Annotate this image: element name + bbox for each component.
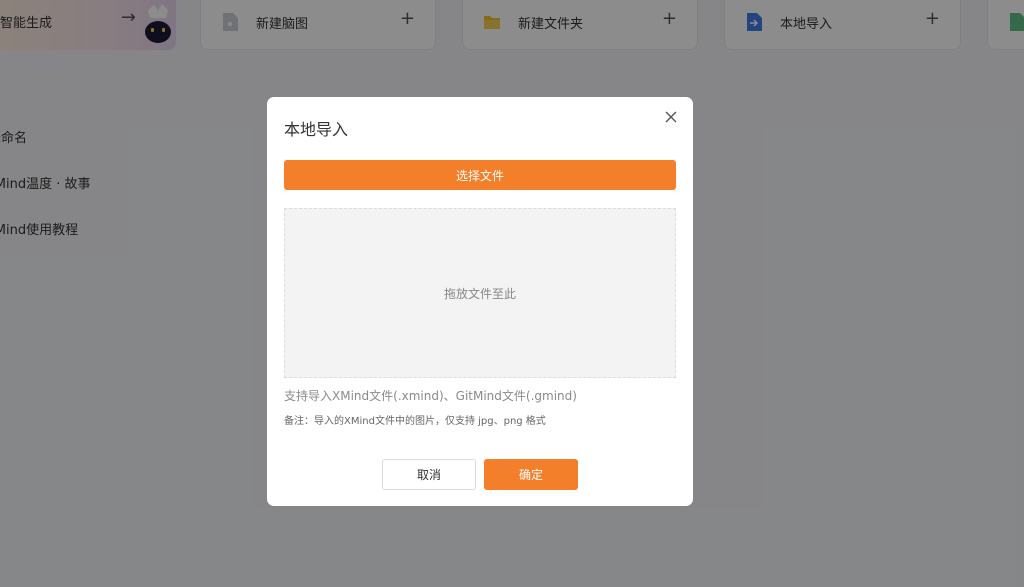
- confirm-button[interactable]: 确定: [484, 459, 578, 490]
- import-dialog: 本地导入 选择文件 拖放文件至此 支持导入XMind文件(.xmind)、Git…: [267, 97, 693, 506]
- dropzone-hint: 拖放文件至此: [443, 286, 516, 301]
- supported-formats-text: 支持导入XMind文件(.xmind)、GitMind文件(.gmind): [284, 389, 577, 403]
- cancel-button[interactable]: 取消: [382, 459, 476, 490]
- file-dropzone[interactable]: 拖放文件至此: [284, 208, 676, 378]
- select-file-button[interactable]: 选择文件: [284, 160, 676, 190]
- image-format-note: 备注：导入的XMind文件中的图片，仅支持 jpg、png 格式: [284, 416, 546, 427]
- close-icon[interactable]: [663, 109, 679, 125]
- dialog-title: 本地导入: [284, 120, 349, 139]
